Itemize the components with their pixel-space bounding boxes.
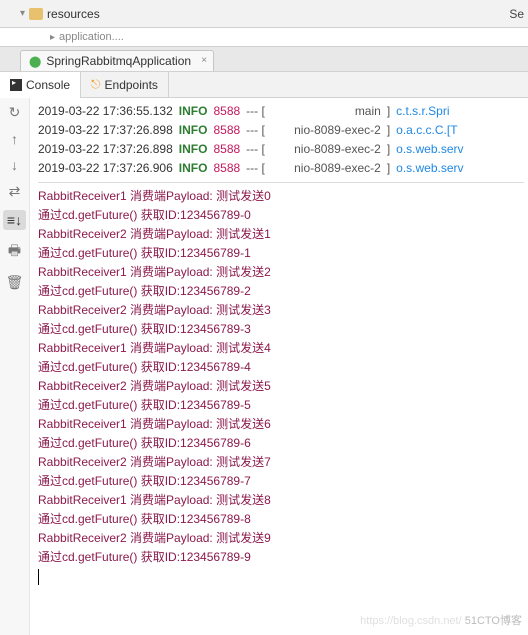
resources-folder-node[interactable]: ▾ resources [20,7,100,21]
log-line: RabbitReceiver1 消费端Payload: 测试发送0 [38,187,524,206]
log-line: 通过cd.getFuture() 获取ID:123456789-2 [38,282,524,301]
log-line: 2019-03-22 17:37:26.898 INFO 8588 --- [n… [38,121,524,140]
trash-icon[interactable]: 🗑 [6,274,24,291]
chevron-down-icon: ▾ [20,8,25,19]
chevron-right-icon: ▸ [50,32,55,43]
console-output[interactable]: 2019-03-22 17:36:55.132 INFO 8588 --- [m… [30,98,528,635]
log-line: 2019-03-22 17:36:55.132 INFO 8588 --- [m… [38,102,524,121]
log-line: RabbitReceiver1 消费端Payload: 测试发送4 [38,339,524,358]
text-cursor [38,569,39,585]
right-truncated-text: Se [509,7,528,21]
log-line: 通过cd.getFuture() 获取ID:123456789-1 [38,244,524,263]
tool-window-tabs: Console ⎋ Endpoints [0,72,528,98]
log-line: RabbitReceiver1 消费端Payload: 测试发送6 [38,415,524,434]
resources-folder-label: resources [47,7,100,21]
wrap-icon[interactable]: ⇄ [9,183,21,200]
folder-icon [29,8,43,20]
endpoints-icon: ⎋ [91,77,101,92]
scroll-end-icon[interactable]: ≡↓ [3,210,26,230]
log-line: RabbitReceiver2 消费端Payload: 测试发送3 [38,301,524,320]
log-line: 通过cd.getFuture() 获取ID:123456789-9 [38,548,524,567]
tab-endpoints[interactable]: ⎋ Endpoints [81,72,169,98]
tab-console-label: Console [26,78,70,92]
up-icon[interactable]: ↑ [11,131,18,147]
tab-endpoints-label: Endpoints [105,78,158,92]
project-tree-header: ▾ resources Se [0,0,528,28]
file-tab-label: SpringRabbitmqApplication [46,54,191,68]
log-line: 2019-03-22 17:37:26.898 INFO 8588 --- [n… [38,140,524,159]
log-line: RabbitReceiver1 消费端Payload: 测试发送2 [38,263,524,282]
log-line: RabbitReceiver2 消费端Payload: 测试发送7 [38,453,524,472]
sub-file-label: application.... [59,31,124,43]
log-line: 通过cd.getFuture() 获取ID:123456789-3 [38,320,524,339]
tab-console[interactable]: Console [0,72,81,98]
sub-file-node[interactable]: ▸ application.... [0,28,528,46]
editor-tab-bar: ⬤ SpringRabbitmqApplication × [0,46,528,72]
watermark-text: 51CTO博客 [465,615,522,627]
log-line: RabbitReceiver2 消费端Payload: 测试发送5 [38,377,524,396]
watermark-url: https://blog.csdn.net/ [360,615,462,627]
file-tab-springapp[interactable]: ⬤ SpringRabbitmqApplication × [20,50,214,71]
log-line: 2019-03-22 17:37:26.906 INFO 8588 --- [n… [38,159,524,178]
log-line: 通过cd.getFuture() 获取ID:123456789-4 [38,358,524,377]
log-line: 通过cd.getFuture() 获取ID:123456789-5 [38,396,524,415]
log-line: 通过cd.getFuture() 获取ID:123456789-7 [38,472,524,491]
spring-leaf-icon: ⬤ [29,55,41,68]
console-gutter: ↻ ↑ ↓ ⇄ ≡↓ 🖶 🗑 [0,98,30,635]
console-panel: ↻ ↑ ↓ ⇄ ≡↓ 🖶 🗑 2019-03-22 17:36:55.132 I… [0,98,528,635]
watermark: https://blog.csdn.net/ 51CTO博客 [360,612,522,631]
log-line: RabbitReceiver2 消费端Payload: 测试发送1 [38,225,524,244]
log-line: 通过cd.getFuture() 获取ID:123456789-8 [38,510,524,529]
log-line: 通过cd.getFuture() 获取ID:123456789-0 [38,206,524,225]
console-icon [10,79,22,91]
log-line: RabbitReceiver1 消费端Payload: 测试发送8 [38,491,524,510]
log-line: RabbitReceiver2 消费端Payload: 测试发送9 [38,529,524,548]
print-icon[interactable]: 🖶 [8,240,21,264]
close-icon[interactable]: × [201,55,207,66]
down-icon[interactable]: ↓ [11,157,18,173]
log-line: 通过cd.getFuture() 获取ID:123456789-6 [38,434,524,453]
run-icon[interactable]: ↻ [9,104,21,121]
